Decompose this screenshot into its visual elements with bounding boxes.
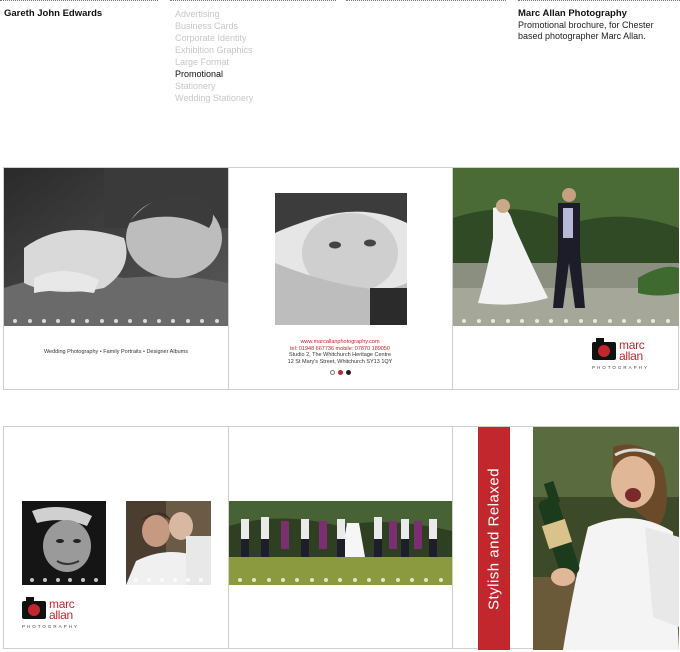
category-advertising[interactable]: Advertising (175, 8, 253, 20)
photographer-portrait-photo (22, 501, 106, 585)
camera-icon (592, 338, 616, 360)
slogan-banner: Stylish and Relaxed (478, 427, 510, 650)
category-promotional[interactable]: Promotional (175, 68, 253, 80)
category-corporate-identity[interactable]: Corporate Identity (175, 32, 253, 44)
category-stationery[interactable]: Stationery (175, 80, 253, 92)
services-text: Wedding Photography • Family Portraits •… (43, 349, 189, 355)
slogan-text: Stylish and Relaxed (485, 467, 503, 610)
owner-name[interactable]: Gareth John Edwards (4, 8, 102, 19)
photo-dot-strip (453, 319, 679, 323)
category-wedding-stationery[interactable]: Wedding Stationery (175, 92, 253, 104)
photo-dot-strip (22, 578, 106, 582)
marc-allan-logo: marc allan (22, 597, 75, 622)
category-large-format[interactable]: Large Format (175, 56, 253, 68)
camera-icon (22, 597, 46, 619)
wedding-couple-photo (453, 168, 679, 326)
marc-allan-logo: marc allan (592, 338, 645, 363)
project-description: Promotional brochure, for Chester based … (518, 20, 654, 41)
boy-portrait-photo (275, 193, 407, 325)
panel-divider (452, 427, 453, 648)
baby-sleeping-photo (4, 168, 228, 326)
photo-dot-strip (4, 319, 228, 323)
header-rule-middle (170, 0, 336, 1)
address-line-2: 12 St Mary's Street, Whitchurch SY13 1QY (287, 358, 393, 365)
contact-block: www.marcallanphotography.com tel: 01948 … (228, 339, 452, 365)
project-info: Marc Allan Photography Promotional broch… (518, 8, 668, 42)
logo-subtitle: PHOTOGRAPHY (592, 365, 649, 370)
page-dot-1[interactable] (330, 370, 335, 375)
logo-subtitle: PHOTOGRAPHY (22, 624, 79, 629)
category-menu: Advertising Business Cards Corporate Ide… (175, 8, 253, 104)
photo-dot-strip (229, 578, 452, 582)
header-rule-right (346, 0, 506, 1)
brochure-spread-outer: Wedding Photography • Family Portraits •… (3, 167, 679, 390)
page-dot-2[interactable] (338, 370, 343, 375)
category-exhibition-graphics[interactable]: Exhibition Graphics (175, 44, 253, 56)
header-rule-far-right (518, 0, 680, 1)
logo-word-allan: allan (49, 608, 73, 622)
photo-dot-strip (126, 578, 211, 582)
project-title: Marc Allan Photography (518, 8, 627, 19)
dancing-couple-photo (126, 501, 211, 585)
category-business-cards[interactable]: Business Cards (175, 20, 253, 32)
bride-champagne-photo (533, 427, 679, 650)
wedding-party-photo (229, 501, 452, 585)
logo-word-allan: allan (619, 349, 643, 363)
brochure-spread-inner: marc allan PHOTOGRAPHY Stylish and Relax… (3, 426, 679, 650)
header-rule-left (0, 0, 158, 1)
page-dot-3[interactable] (346, 370, 351, 375)
